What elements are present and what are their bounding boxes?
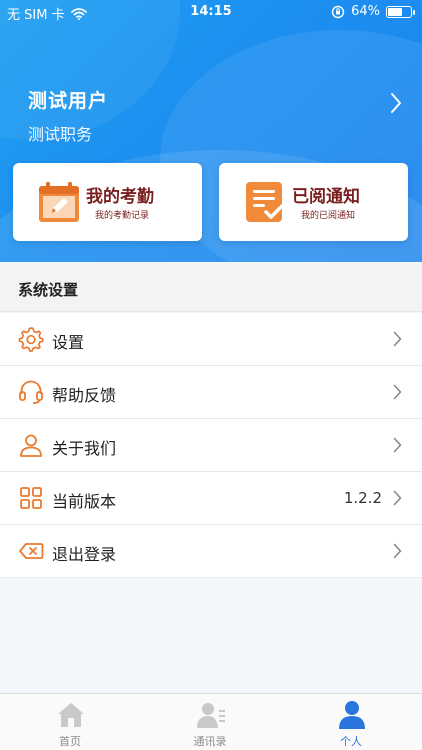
user-role: 测试职务 [28,125,93,144]
chevron-right-icon [393,331,402,347]
tab-label: 首页 [59,735,81,748]
chevron-right-icon [393,437,402,453]
tab-personal[interactable]: 个人 [281,694,421,750]
card-subtitle: 我的考勤记录 [95,211,150,221]
headset-icon [19,380,43,404]
delete-key-icon [19,543,44,559]
tab-home[interactable]: 首页 [0,694,140,750]
card-subtitle: 我的已阅通知 [301,211,356,221]
read-notices-card[interactable]: 已阅通知 我的已阅通知 [219,163,408,241]
version-value: 1.2.2 [343,489,382,507]
menu-item-settings[interactable]: 设置 [0,313,422,366]
settings-menu: 设置 帮助反馈 关于我们 当前版本 1.2.2 退出登录 [0,313,422,578]
battery-icon [386,5,415,18]
card-title: 已阅通知 [292,187,360,207]
menu-item-help-feedback[interactable]: 帮助反馈 [0,366,422,419]
orientation-lock-icon [331,5,345,18]
calendar-pencil-icon [39,182,79,222]
tab-contacts[interactable]: 通讯录 [140,694,280,750]
person-icon [20,434,42,457]
menu-label: 当前版本 [52,492,117,511]
section-header: 系统设置 [0,264,422,312]
chevron-right-icon [393,543,402,559]
contacts-icon [197,703,225,728]
chevron-right-icon [393,384,402,400]
tab-label: 个人 [340,735,362,748]
attendance-card[interactable]: 我的考勤 我的考勤记录 [13,163,202,241]
chevron-right-icon [393,490,402,506]
document-check-icon [246,182,284,222]
menu-label: 设置 [52,333,85,352]
menu-item-current-version[interactable]: 当前版本 1.2.2 [0,472,422,525]
battery-percent: 64% [351,4,380,19]
menu-label: 帮助反馈 [52,386,117,405]
card-title: 我的考勤 [86,187,154,207]
user-icon [339,701,365,729]
section-title: 系统设置 [18,281,79,299]
menu-item-about-us[interactable]: 关于我们 [0,419,422,472]
status-bar: 无 SIM 卡 14:15 64% [0,0,422,24]
home-icon [58,703,84,727]
grid-icon [20,487,42,509]
gear-icon [18,327,44,352]
menu-label: 退出登录 [52,545,117,564]
menu-label: 关于我们 [52,439,117,458]
tab-bar: 首页 通讯录 个人 [0,693,422,750]
chevron-right-icon[interactable] [390,92,402,114]
menu-item-logout[interactable]: 退出登录 [0,525,422,578]
tab-label: 通讯录 [193,735,227,748]
user-name: 测试用户 [28,90,109,112]
profile-info[interactable]: 测试用户 测试职务 [28,86,108,145]
